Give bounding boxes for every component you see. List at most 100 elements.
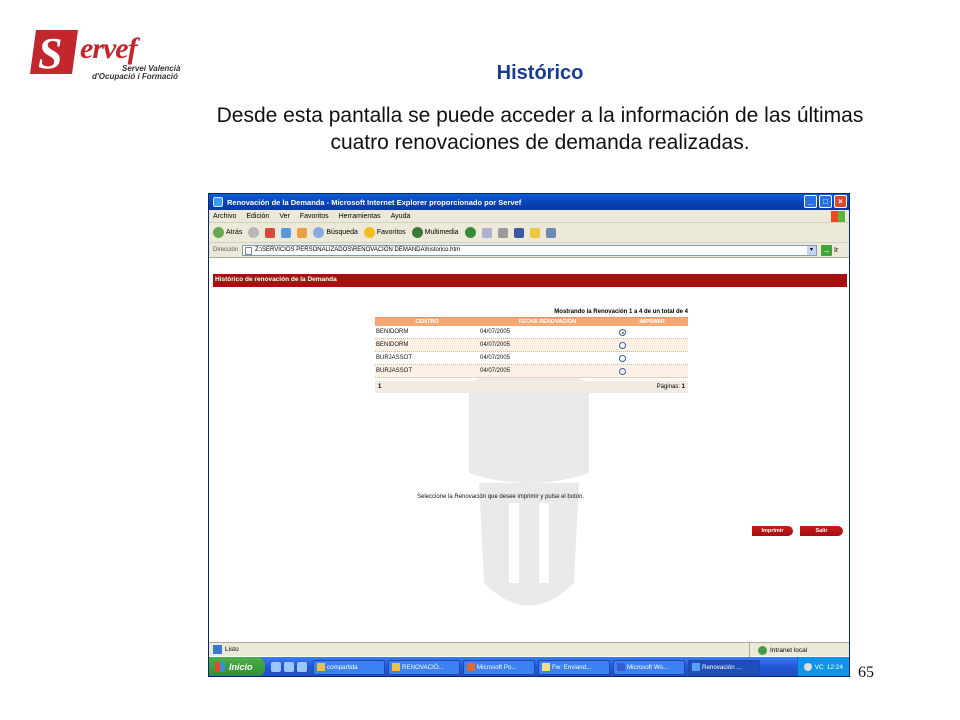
address-label: Dirección: [213, 247, 239, 253]
renovations-table: Mostrando la Renovación 1 a 4 de un tota…: [375, 308, 688, 393]
network-icon[interactable]: [803, 663, 812, 671]
cell-fecha: 04/07/2005: [480, 355, 511, 361]
menu-edicion[interactable]: Edición: [246, 213, 269, 220]
menu-bar: Archivo Edición Ver Favoritos Herramient…: [209, 210, 849, 223]
home-icon: [297, 227, 308, 238]
back-label: Atrás: [226, 229, 243, 236]
language-indicator[interactable]: VC: [815, 664, 824, 671]
edit-button[interactable]: [513, 227, 524, 238]
print-radio[interactable]: [619, 342, 626, 349]
folder-button[interactable]: [529, 227, 540, 238]
folder-icon: [317, 663, 325, 671]
address-bar: Dirección Z:\SERVICIOS PERSONALIZADOS\RE…: [209, 243, 849, 258]
print-toolbar-button[interactable]: [497, 227, 508, 238]
print-radio[interactable]: [619, 329, 626, 336]
minimize-button[interactable]: _: [804, 195, 817, 208]
multimedia-label: Multimedia: [424, 229, 459, 236]
table-caption: Mostrando la Renovación 1 a 4 de un tota…: [554, 309, 688, 315]
footer-page-indicator[interactable]: 1: [378, 381, 381, 393]
column-header-fecha: FECHA RENOVACIÓN: [518, 319, 577, 325]
outlook-quicklaunch-icon[interactable]: [284, 662, 294, 672]
word-icon: [617, 663, 625, 671]
search-button[interactable]: Búsqueda: [313, 227, 358, 238]
taskbar-item[interactable]: RENOVACIÓ...: [388, 659, 460, 675]
page-status-icon: [213, 645, 222, 654]
taskbar-item-label: compartida: [327, 663, 358, 671]
multimedia-button[interactable]: Multimedia: [411, 227, 459, 238]
go-arrow-icon: →: [821, 244, 833, 256]
multimedia-icon: [411, 227, 423, 238]
back-button[interactable]: Atrás: [213, 227, 242, 238]
windows-flag-icon: [215, 662, 225, 672]
table-row: BURJASSOT 04/07/2005: [375, 365, 688, 378]
mail-icon: [481, 227, 492, 238]
ie-icon: [213, 197, 223, 207]
search-icon: [313, 227, 325, 238]
folder-icon: [529, 227, 540, 238]
logo-wordmark: ervef: [80, 32, 138, 65]
security-zone: Intranet local: [749, 643, 807, 657]
start-label: Inicio: [229, 662, 253, 672]
mail-icon: [542, 663, 550, 671]
address-value: Z:\SERVICIOS PERSONALIZADOS\RENOVACIÓN D…: [255, 246, 461, 253]
start-button[interactable]: Inicio: [209, 657, 265, 676]
go-button[interactable]: → Ir: [821, 244, 838, 256]
forward-arrow-icon: [248, 227, 260, 238]
menu-ayuda[interactable]: Ayuda: [391, 213, 411, 220]
table-row: BENIDORM 04/07/2005: [375, 339, 688, 352]
menu-archivo[interactable]: Archivo: [213, 213, 236, 220]
taskbar-item-label: Microsoft Wo...: [627, 663, 669, 671]
favorites-label: Favoritos: [376, 229, 406, 236]
refresh-button[interactable]: [281, 227, 292, 238]
taskbar-item[interactable]: Fw: Enviand...: [538, 659, 610, 675]
print-radio[interactable]: [619, 368, 626, 375]
exit-button[interactable]: Salir: [800, 526, 843, 536]
window-titlebar: Renovación de la Demanda - Microsoft Int…: [209, 194, 849, 210]
taskbar-item[interactable]: compartida: [313, 659, 385, 675]
window-controls: _ □ ×: [804, 195, 847, 208]
messenger-icon: [545, 227, 556, 238]
maximize-button[interactable]: □: [819, 195, 832, 208]
folder-icon: [392, 663, 400, 671]
page-number: 65: [858, 664, 874, 681]
address-input[interactable]: Z:\SERVICIOS PERSONALIZADOS\RENOVACIÓN D…: [242, 244, 818, 256]
home-button[interactable]: [297, 227, 308, 238]
stop-button[interactable]: [265, 227, 276, 238]
print-button[interactable]: Imprimir: [752, 526, 793, 536]
forward-button[interactable]: [248, 227, 260, 238]
window-title: Renovación de la Demanda - Microsoft Int…: [227, 197, 522, 207]
desktop-quicklaunch-icon[interactable]: [297, 662, 307, 672]
pages-value[interactable]: 1: [682, 384, 685, 390]
mail-button[interactable]: [481, 227, 492, 238]
taskbar-item[interactable]: Microsoft Wo...: [613, 659, 685, 675]
page-content: Histórico de renovación de la Demanda Mo…: [209, 258, 849, 642]
favorites-button[interactable]: Favoritos: [363, 227, 406, 238]
history-button[interactable]: [464, 227, 476, 238]
menu-favoritos[interactable]: Favoritos: [300, 213, 329, 220]
address-dropdown-icon[interactable]: ▾: [807, 245, 817, 255]
table-row: BURJASSOT 04/07/2005: [375, 352, 688, 365]
zone-label: Intranet local: [770, 646, 808, 654]
taskbar-item[interactable]: Microsoft Po...: [463, 659, 535, 675]
star-icon: [363, 227, 375, 238]
cell-fecha: 04/07/2005: [480, 342, 511, 348]
ie-quicklaunch-icon[interactable]: [271, 662, 281, 672]
taskbar-item-label: Microsoft Po...: [477, 663, 517, 671]
cell-centro: BENIDORM: [376, 342, 409, 348]
instruction-text: Seleccione la Renovación que desee impri…: [417, 494, 585, 500]
page-header: Histórico de renovación de la Demanda: [213, 274, 847, 286]
close-button[interactable]: ×: [834, 195, 847, 208]
menu-herramientas[interactable]: Herramientas: [339, 213, 381, 220]
header-divider: [213, 286, 847, 287]
taskbar-item-active[interactable]: Renovación ...: [688, 659, 760, 675]
intranet-icon: [758, 645, 767, 655]
messenger-button[interactable]: [545, 227, 556, 238]
menu-ver[interactable]: Ver: [279, 213, 290, 220]
cell-fecha: 04/07/2005: [480, 368, 511, 374]
pagination: Páginas: 1: [657, 381, 685, 393]
print-radio[interactable]: [619, 355, 626, 362]
edit-icon: [513, 227, 524, 238]
column-header-centro: CENTRO: [415, 319, 439, 325]
windows-logo-icon: [831, 211, 845, 222]
back-arrow-icon: [213, 227, 224, 238]
